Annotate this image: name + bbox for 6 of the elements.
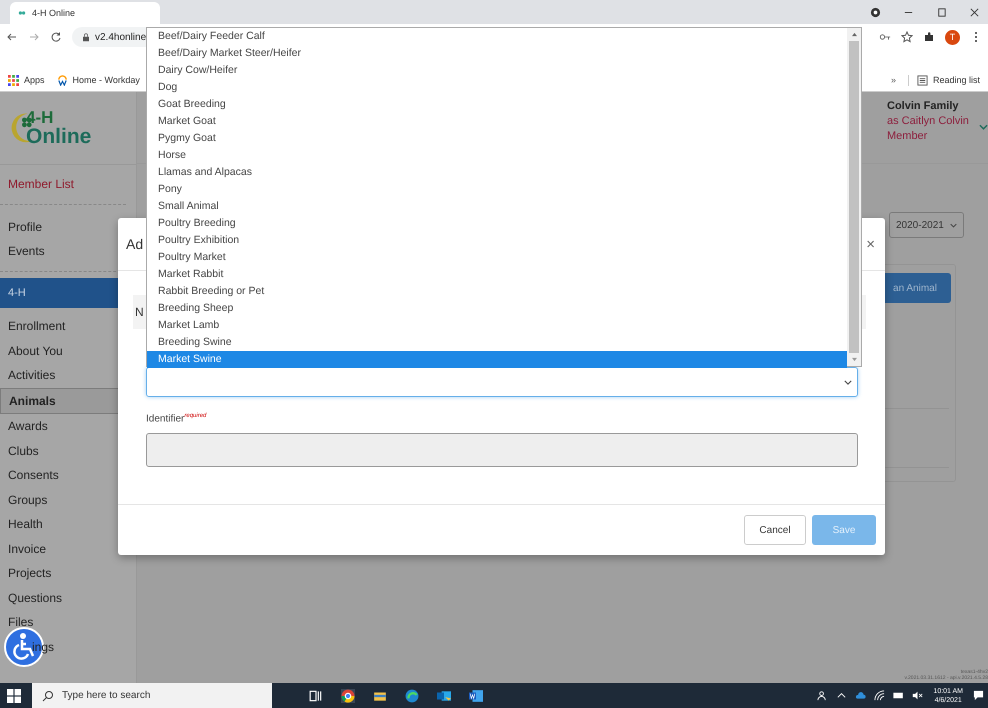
modal-title: Ad [126, 236, 144, 252]
family-name: Colvin Family [887, 100, 960, 112]
logo-text: Online [26, 126, 92, 147]
member-role: Member [887, 130, 928, 142]
identifier-label: Identifier$^{required}$ [146, 413, 208, 424]
member-name: as Caitlyn Colvin [887, 115, 970, 127]
